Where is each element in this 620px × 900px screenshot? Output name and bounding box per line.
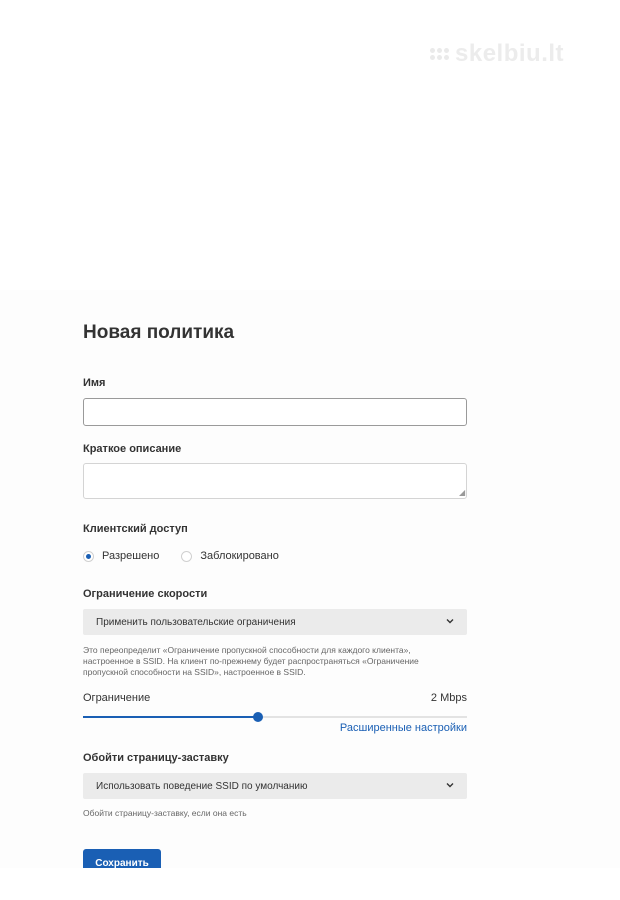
- watermark-text: skelbiu.lt: [455, 40, 565, 67]
- watermark: skelbiu.lt: [430, 40, 564, 68]
- name-input[interactable]: [83, 398, 467, 426]
- limit-label: Ограничение: [83, 692, 151, 704]
- speed-limit-label: Ограничение скорости: [83, 588, 208, 600]
- speed-limit-help-line: пропускной способности на SSID», настрое…: [83, 667, 306, 677]
- description-textarea[interactable]: [83, 463, 467, 499]
- resize-grip-icon[interactable]: ◢: [459, 489, 466, 497]
- splash-bypass-selected-value: Использовать поведение SSID по умолчанию: [96, 780, 308, 792]
- radio-allowed-label[interactable]: Разрешено: [102, 550, 159, 562]
- radio-blocked-label[interactable]: Заблокировано: [200, 550, 278, 562]
- advanced-settings-link[interactable]: Расширенные настройки: [300, 722, 467, 734]
- limit-slider[interactable]: [83, 712, 467, 722]
- bottom-cutoff: [0, 868, 620, 900]
- splash-bypass-help: Обойти страницу-заставку, если она есть: [83, 808, 247, 818]
- splash-bypass-select[interactable]: Использовать поведение SSID по умолчанию: [83, 773, 467, 799]
- page-title: Новая политика: [83, 322, 235, 343]
- limit-slider-fill: [83, 716, 258, 718]
- radio-allowed[interactable]: [83, 550, 94, 562]
- client-access-label: Клиентский доступ: [83, 523, 188, 535]
- speed-limit-select[interactable]: Применить пользовательские ограничения: [83, 609, 467, 635]
- description-label: Краткое описание: [83, 443, 182, 455]
- speed-limit-selected-value: Применить пользовательские ограничения: [96, 616, 296, 628]
- speed-limit-help-line: настроенное в SSID. На клиент по-прежнем…: [83, 656, 419, 666]
- name-label: Имя: [83, 377, 106, 389]
- chevron-down-icon: [446, 619, 454, 624]
- chevron-down-icon: [446, 783, 454, 788]
- watermark-dots-icon: [430, 48, 449, 60]
- radio-blocked[interactable]: [181, 550, 193, 562]
- client-access-radio-group: Разрешено Заблокировано: [83, 550, 279, 562]
- speed-limit-help: Это переопределит «Ограничение пропускно…: [83, 645, 419, 678]
- speed-limit-help-line: Это переопределит «Ограничение пропускно…: [83, 645, 411, 655]
- limit-slider-thumb[interactable]: [252, 712, 263, 722]
- limit-value: 2 Mbps: [430, 692, 467, 704]
- splash-bypass-label: Обойти страницу-заставку: [83, 752, 229, 764]
